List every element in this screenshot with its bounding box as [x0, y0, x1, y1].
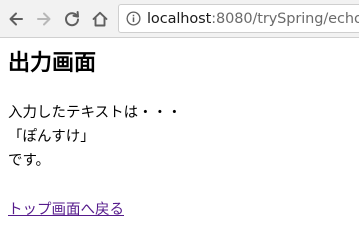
home-button[interactable]	[90, 9, 110, 29]
reload-button[interactable]	[62, 9, 82, 29]
back-to-top-link[interactable]: トップ画面へ戻る	[8, 200, 124, 220]
home-icon	[92, 11, 108, 27]
info-icon[interactable]	[126, 11, 141, 26]
result-suffix-text: です。	[8, 153, 51, 169]
page-title: 出力画面	[8, 51, 97, 76]
result-value-text: 「ぽんすけ」	[8, 129, 95, 145]
arrow-left-icon	[9, 12, 23, 26]
result-intro-text: 入力したテキストは・・・	[8, 105, 182, 121]
reload-icon	[65, 11, 79, 27]
url-host: localhost	[147, 11, 212, 27]
url-text[interactable]: localhost:8080/trySpring/echo	[147, 11, 359, 28]
address-bar[interactable]: localhost:8080/trySpring/echo	[118, 4, 359, 33]
url-path: :8080/trySpring/echo	[211, 11, 359, 27]
forward-button[interactable]	[34, 9, 54, 29]
browser-toolbar: localhost:8080/trySpring/echo	[0, 0, 359, 38]
back-button[interactable]	[6, 9, 26, 29]
arrow-right-icon	[37, 12, 51, 26]
